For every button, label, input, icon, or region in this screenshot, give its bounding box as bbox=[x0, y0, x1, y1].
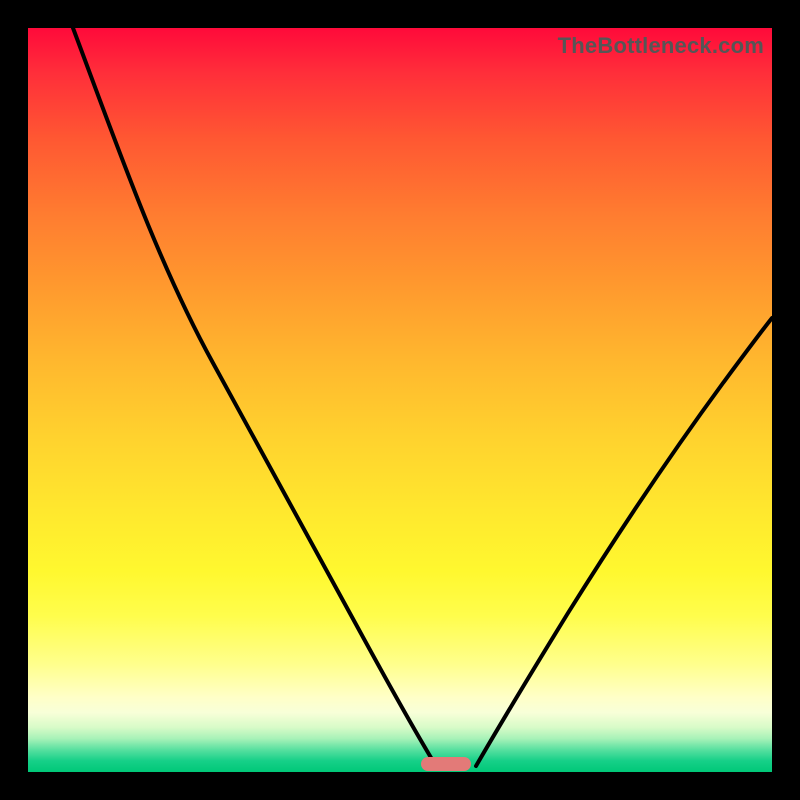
optimal-marker bbox=[421, 757, 471, 771]
bottleneck-curve bbox=[28, 28, 772, 772]
chart-plot-area: TheBottleneck.com bbox=[28, 28, 772, 772]
curve-right bbox=[476, 318, 772, 766]
curve-left bbox=[73, 28, 436, 766]
